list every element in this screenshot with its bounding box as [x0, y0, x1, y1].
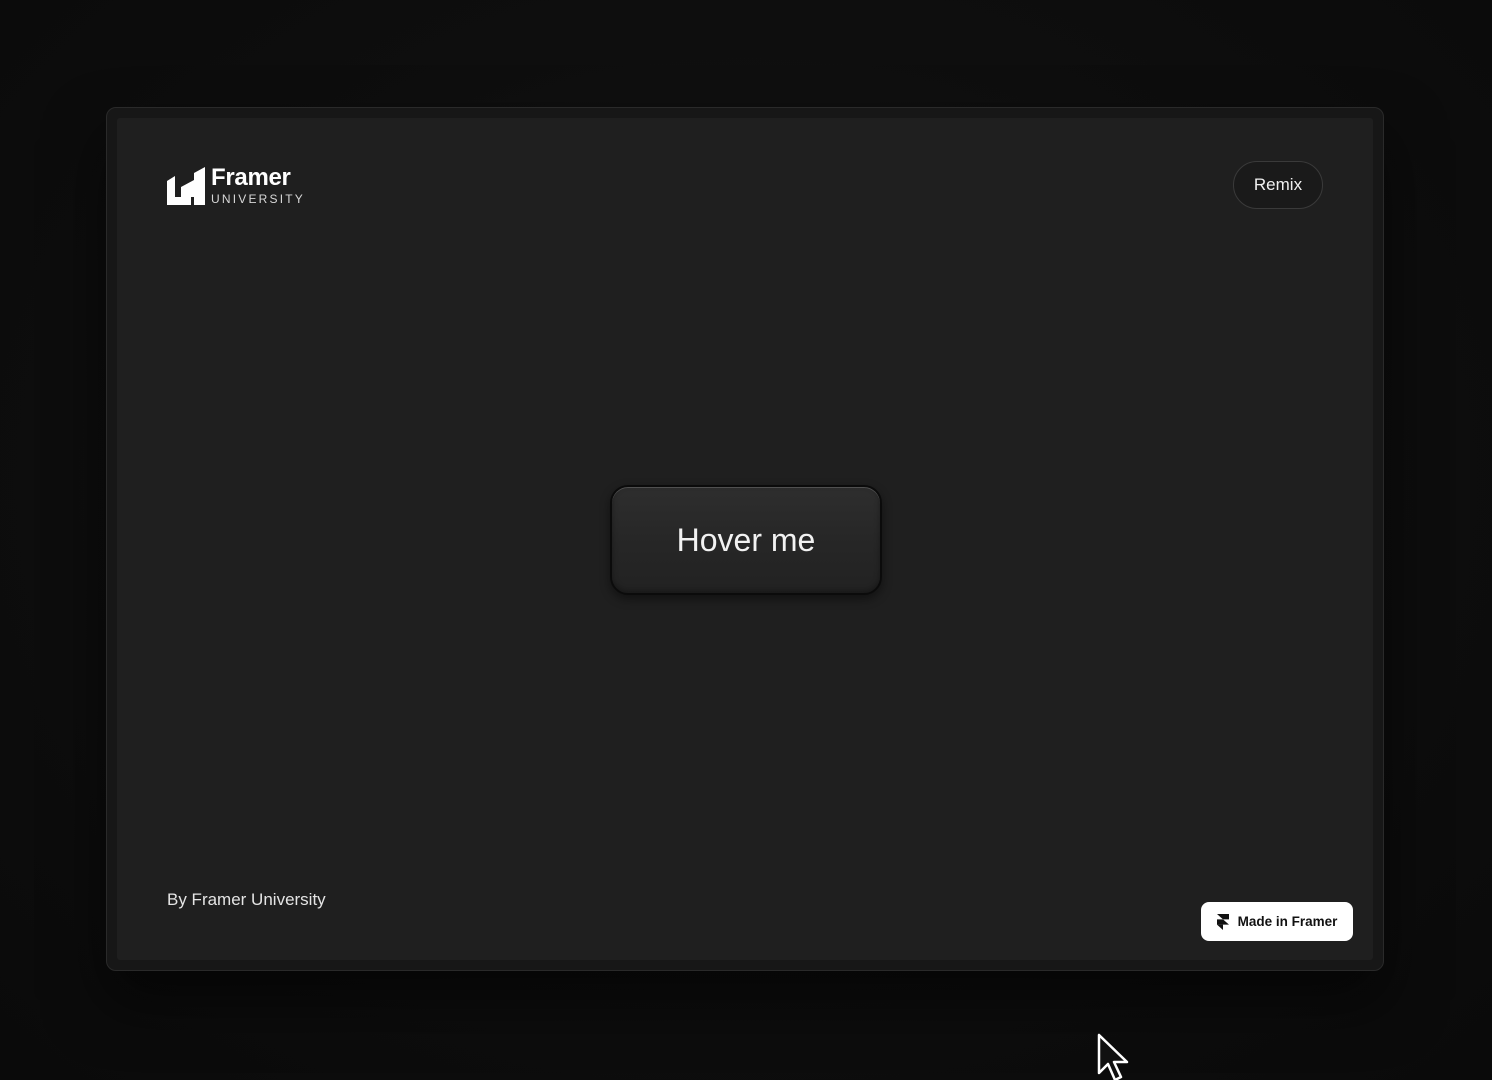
mouse-cursor-icon: [1097, 1033, 1129, 1080]
framer-university-logo-icon: [167, 166, 205, 205]
made-in-framer-badge[interactable]: Made in Framer: [1201, 902, 1353, 941]
remix-button[interactable]: Remix: [1233, 161, 1323, 209]
canvas: Framer UNIVERSITY Remix Hover me By Fram…: [117, 118, 1373, 960]
preview-frame: Framer UNIVERSITY Remix Hover me By Fram…: [106, 107, 1384, 971]
framer-icon: [1216, 913, 1229, 930]
footer-credit: By Framer University: [167, 890, 326, 909]
brand-title: Framer: [211, 164, 291, 191]
hover-me-button[interactable]: Hover me: [610, 485, 882, 595]
brand-text: Framer UNIVERSITY: [211, 164, 306, 206]
made-in-framer-label: Made in Framer: [1237, 914, 1338, 929]
brand-logo[interactable]: Framer UNIVERSITY: [167, 166, 305, 205]
brand-subtitle: UNIVERSITY: [211, 192, 306, 206]
